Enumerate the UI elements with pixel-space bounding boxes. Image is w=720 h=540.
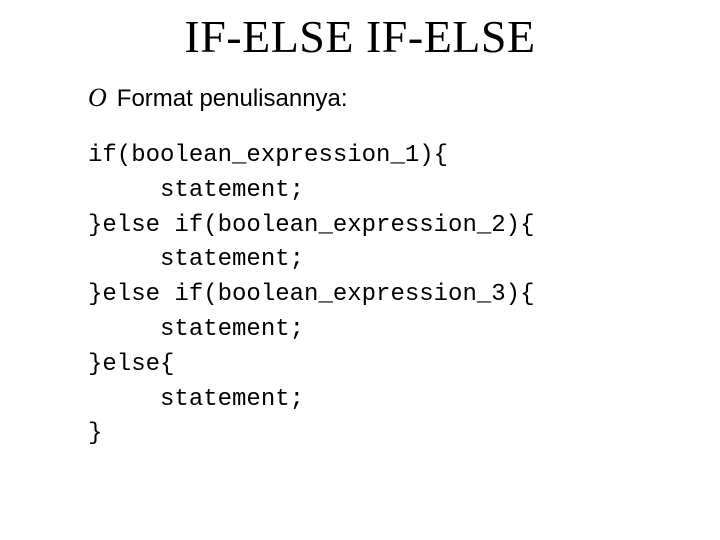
bullet-row: O Format penulisannya: [88, 85, 650, 113]
slide-title: IF-ELSE IF-ELSE [70, 10, 650, 63]
slide: IF-ELSE IF-ELSE O Format penulisannya: i… [0, 0, 720, 540]
code-block: if(boolean_expression_1){ statement; }el… [88, 139, 650, 452]
bullet-text: Format penulisannya: [117, 85, 348, 113]
bullet-marker-o: O [88, 85, 107, 111]
